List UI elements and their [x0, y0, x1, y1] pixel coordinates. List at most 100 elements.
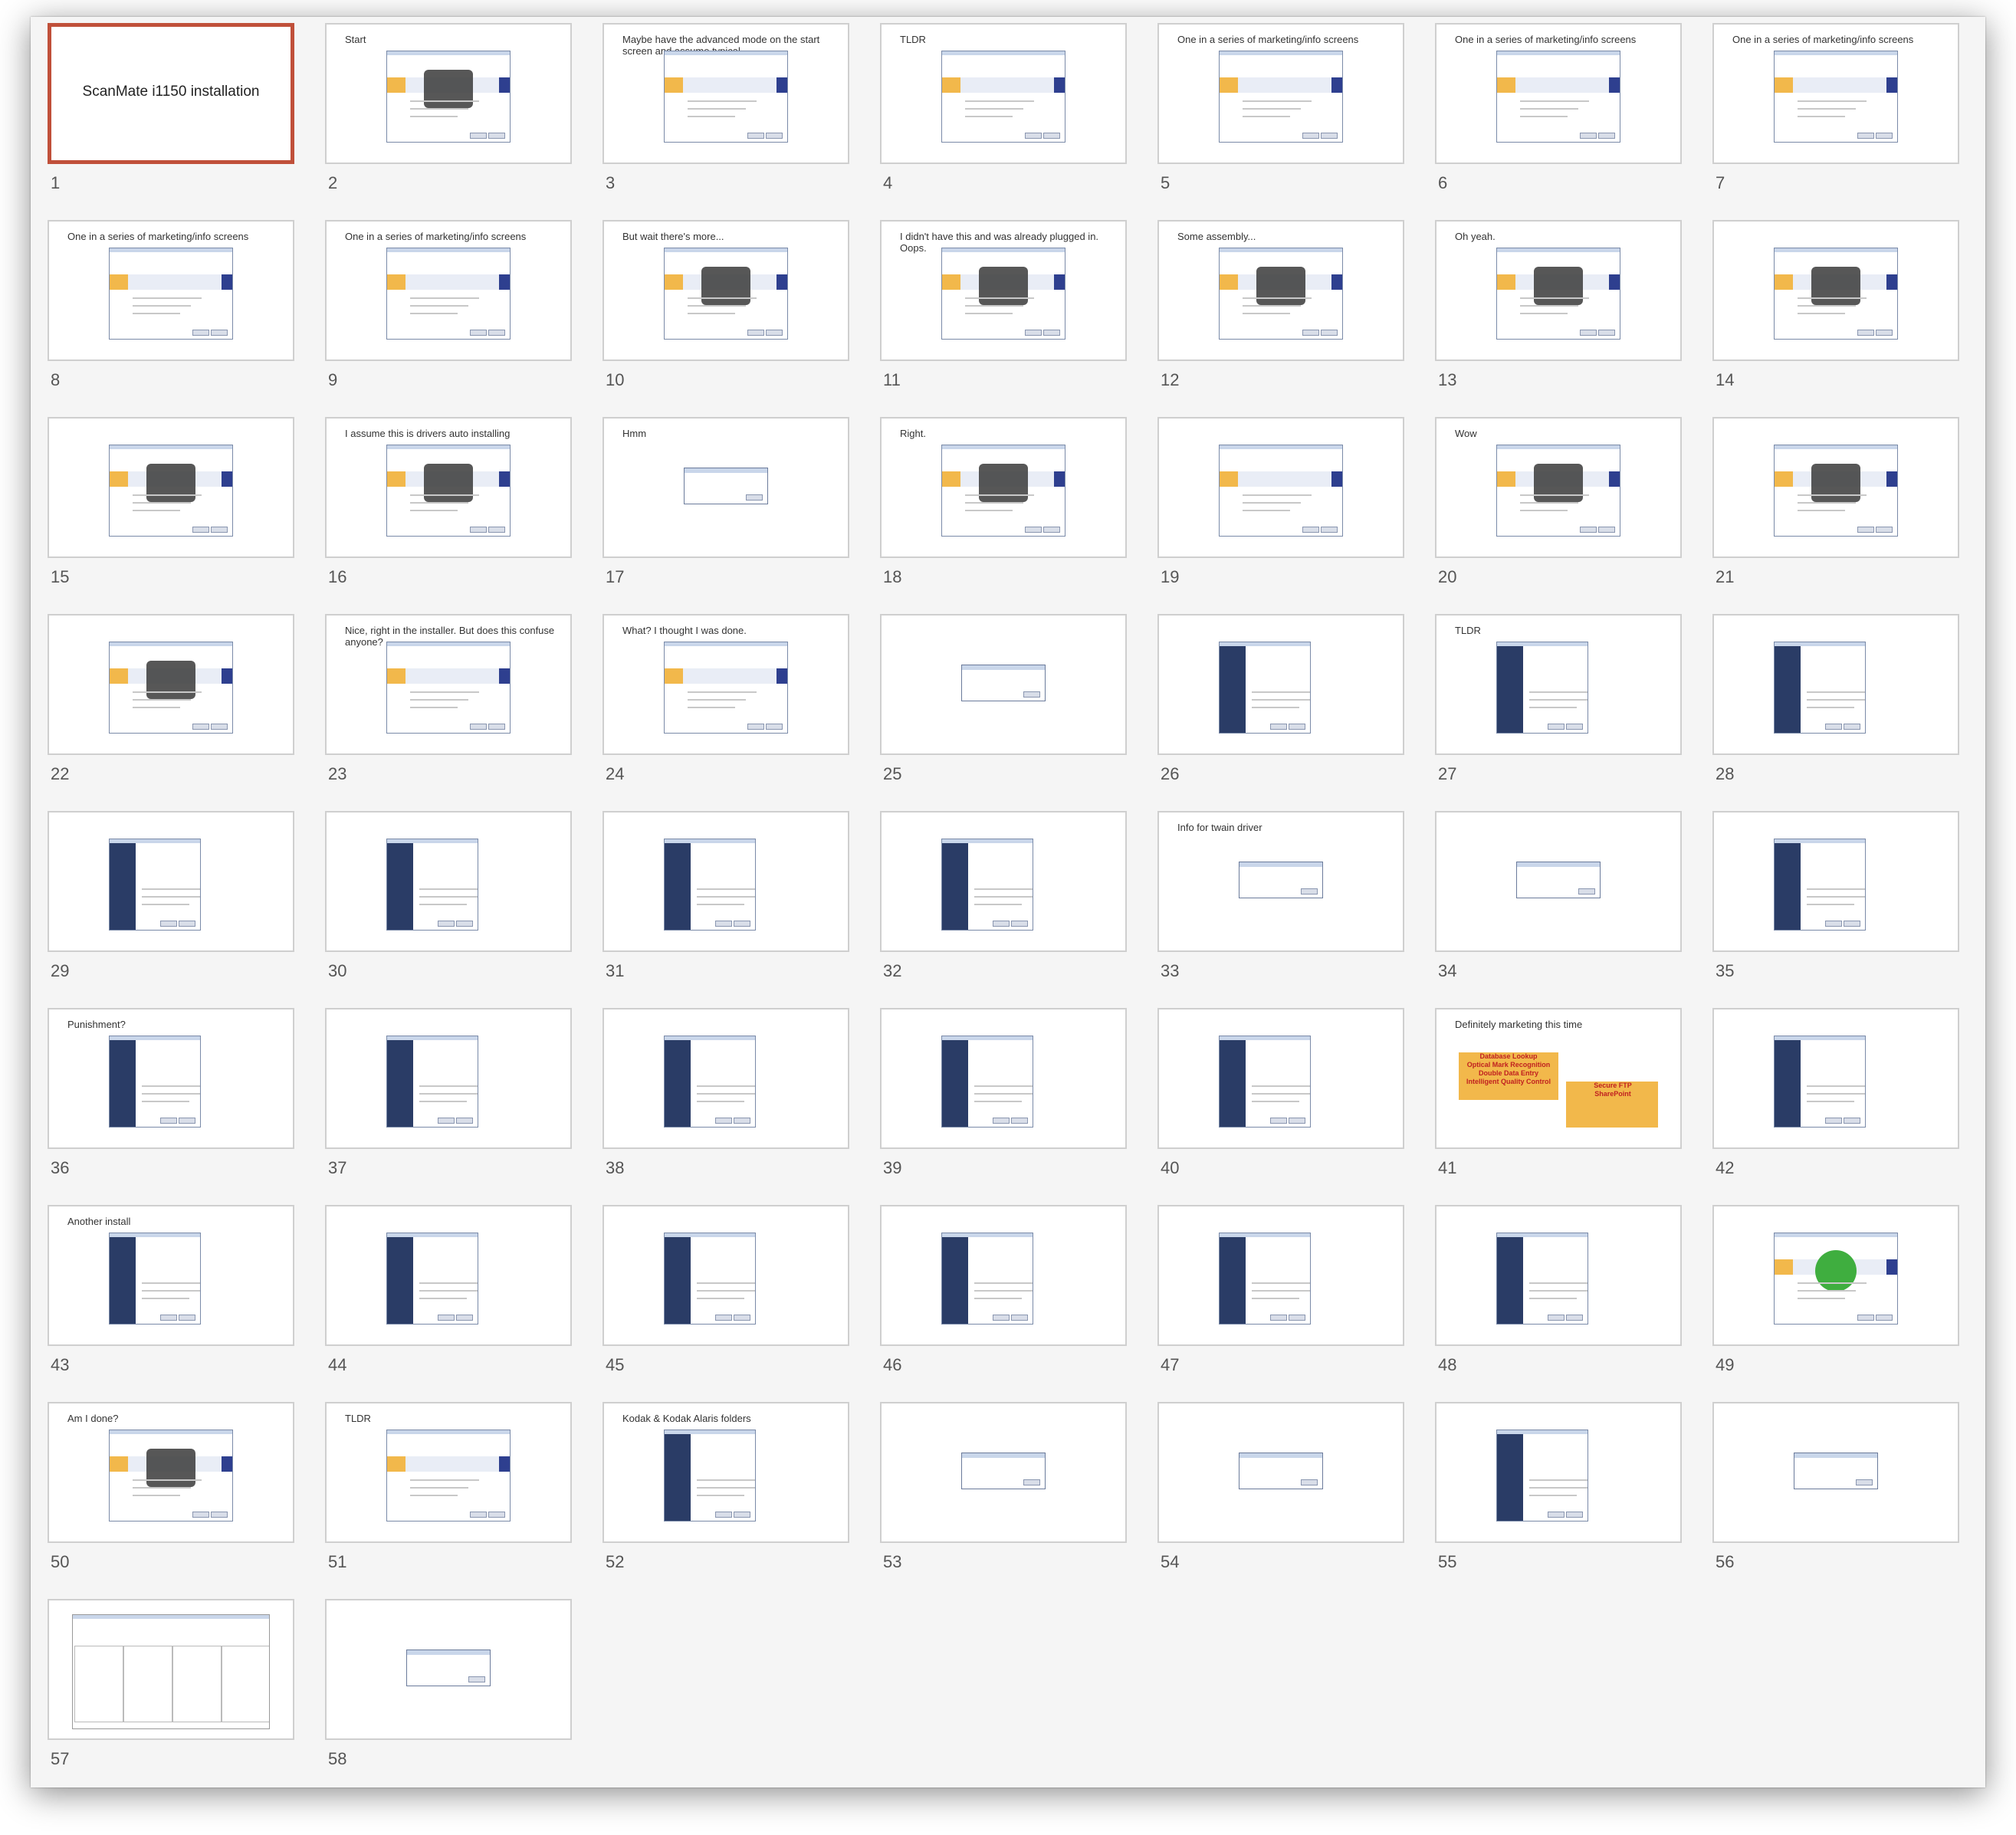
- slide-thumbnail[interactable]: Info for twain driver: [1157, 811, 1404, 952]
- slide-thumbnail[interactable]: [880, 811, 1127, 952]
- wizard-button: [1289, 1315, 1305, 1321]
- slide-thumbnail[interactable]: [880, 614, 1127, 755]
- slide-thumbnail[interactable]: Wow: [1435, 417, 1682, 558]
- slide-thumbnail[interactable]: One in a series of marketing/info screen…: [1435, 23, 1682, 164]
- slide-thumbnail[interactable]: [1712, 614, 1959, 755]
- text-line: [133, 313, 180, 314]
- slide-thumbnail[interactable]: [1435, 1402, 1682, 1543]
- slide-thumbnail[interactable]: Nice, right in the installer. But does t…: [325, 614, 572, 755]
- title-bar: [387, 51, 510, 55]
- slide-thumbnail[interactable]: Kodak & Kodak Alaris folders: [603, 1402, 849, 1543]
- wizard-side-panel: [1775, 646, 1801, 733]
- text-line: [1798, 100, 1867, 102]
- slide-thumbnail[interactable]: Start: [325, 23, 572, 164]
- header-stripe: [499, 668, 510, 684]
- installer-screenshot: [1219, 642, 1311, 734]
- header-stripe: [387, 77, 405, 93]
- slide-thumbnail[interactable]: [1157, 1205, 1404, 1346]
- slide-thumbnail[interactable]: Maybe have the advanced mode on the star…: [603, 23, 849, 164]
- slide-thumbnail[interactable]: [1435, 1205, 1682, 1346]
- slide-thumbnail[interactable]: [1712, 417, 1959, 558]
- slide-caption: Info for twain driver: [1177, 822, 1262, 833]
- slide-thumbnail[interactable]: [1157, 1402, 1404, 1543]
- slide-thumbnail[interactable]: Oh yeah.: [1435, 220, 1682, 361]
- wizard-side-panel: [1497, 1434, 1523, 1521]
- slide-thumbnail[interactable]: One in a series of marketing/info screen…: [325, 220, 572, 361]
- text-line: [1252, 1085, 1310, 1087]
- slide-thumbnail[interactable]: [603, 811, 849, 952]
- slide-thumbnail[interactable]: [1712, 220, 1959, 361]
- text-line: [142, 904, 189, 905]
- slide-thumbnail[interactable]: [1712, 811, 1959, 952]
- slide-thumbnail[interactable]: Right.: [880, 417, 1127, 558]
- wizard-button: [456, 921, 473, 927]
- wizard-side-panel: [1775, 1040, 1801, 1127]
- slide-thumbnail[interactable]: Hmm: [603, 417, 849, 558]
- slide-thumbnail[interactable]: I didn't have this and was already plugg…: [880, 220, 1127, 361]
- slide-thumbnail[interactable]: I assume this is drivers auto installing: [325, 417, 572, 558]
- slide-thumbnail[interactable]: Definitely marketing this time Database L…: [1435, 1008, 1682, 1149]
- text-line: [142, 1298, 189, 1299]
- slide-thumbnail[interactable]: One in a series of marketing/info screen…: [1712, 23, 1959, 164]
- slide-thumbnail[interactable]: TLDR: [1435, 614, 1682, 755]
- title-bar: [665, 51, 787, 55]
- slide-thumbnail[interactable]: [880, 1008, 1127, 1149]
- slide-thumbnail[interactable]: [325, 1008, 572, 1149]
- wizard-button: [1876, 133, 1893, 139]
- text-line: [1798, 502, 1856, 504]
- slide-thumbnail[interactable]: One in a series of marketing/info screen…: [48, 220, 294, 361]
- slide-thumbnail[interactable]: [48, 811, 294, 952]
- slide-thumbnail[interactable]: [1435, 811, 1682, 952]
- installer-screenshot: [1219, 1036, 1311, 1128]
- slide-thumbnail[interactable]: [1712, 1008, 1959, 1149]
- marketing-box: Database Lookup Optical Mark Recognition D…: [1459, 1052, 1558, 1100]
- slide-thumbnail[interactable]: [1157, 417, 1404, 558]
- wizard-button: [1580, 527, 1597, 533]
- slide-thumbnail[interactable]: TLDR: [325, 1402, 572, 1543]
- slide-thumbnail[interactable]: [48, 417, 294, 558]
- slide-thumbnail[interactable]: [603, 1205, 849, 1346]
- text-line: [697, 1101, 744, 1102]
- wizard-button: [747, 133, 764, 139]
- text-line: [688, 116, 735, 117]
- slide-thumbnail[interactable]: ScanMate i1150 installation: [48, 23, 294, 164]
- installer-screenshot: [1774, 642, 1866, 734]
- slide-thumbnail[interactable]: [1712, 1205, 1959, 1346]
- wizard-button: [734, 921, 750, 927]
- slide-thumbnail[interactable]: Another install: [48, 1205, 294, 1346]
- wizard-button: [438, 921, 455, 927]
- header-stripe: [1497, 471, 1515, 487]
- wizard-button: [1598, 330, 1615, 336]
- slide-thumbnail[interactable]: [1157, 614, 1404, 755]
- slide-thumbnail[interactable]: [880, 1205, 1127, 1346]
- slide-thumbnail[interactable]: One in a series of marketing/info screen…: [1157, 23, 1404, 164]
- wizard-button: [1876, 527, 1893, 533]
- header-stripe: [387, 1456, 405, 1472]
- text-line: [974, 896, 1033, 898]
- slide-thumbnail[interactable]: TLDR: [880, 23, 1127, 164]
- text-line: [697, 904, 744, 905]
- header-stripe: [665, 668, 683, 684]
- slide-thumbnail[interactable]: [48, 1599, 294, 1740]
- slide-caption: I assume this is drivers auto installing: [345, 428, 511, 439]
- slide-thumbnail[interactable]: Am I done?: [48, 1402, 294, 1543]
- slide-thumbnail[interactable]: What? I thought I was done.: [603, 614, 849, 755]
- slide-thumbnail[interactable]: [880, 1402, 1127, 1543]
- slide-thumbnail[interactable]: Some assembly...: [1157, 220, 1404, 361]
- slide-thumbnail[interactable]: Punishment?: [48, 1008, 294, 1149]
- text-line: [697, 1085, 755, 1087]
- slide-thumbnail[interactable]: [325, 811, 572, 952]
- slide-thumbnail[interactable]: But wait there's more...: [603, 220, 849, 361]
- slide-number: 25: [883, 764, 902, 783]
- slide-thumbnail[interactable]: [48, 614, 294, 755]
- slide-thumbnail[interactable]: [1712, 1402, 1959, 1543]
- slide-thumbnail[interactable]: [603, 1008, 849, 1149]
- text-line: [1243, 297, 1312, 299]
- text-line: [1807, 691, 1865, 693]
- slide-thumbnail[interactable]: [325, 1599, 572, 1740]
- wizard-side-panel: [110, 843, 136, 930]
- text-line: [1798, 510, 1845, 511]
- slide-thumbnail[interactable]: [325, 1205, 572, 1346]
- wizard-button: [1598, 133, 1615, 139]
- slide-thumbnail[interactable]: [1157, 1008, 1404, 1149]
